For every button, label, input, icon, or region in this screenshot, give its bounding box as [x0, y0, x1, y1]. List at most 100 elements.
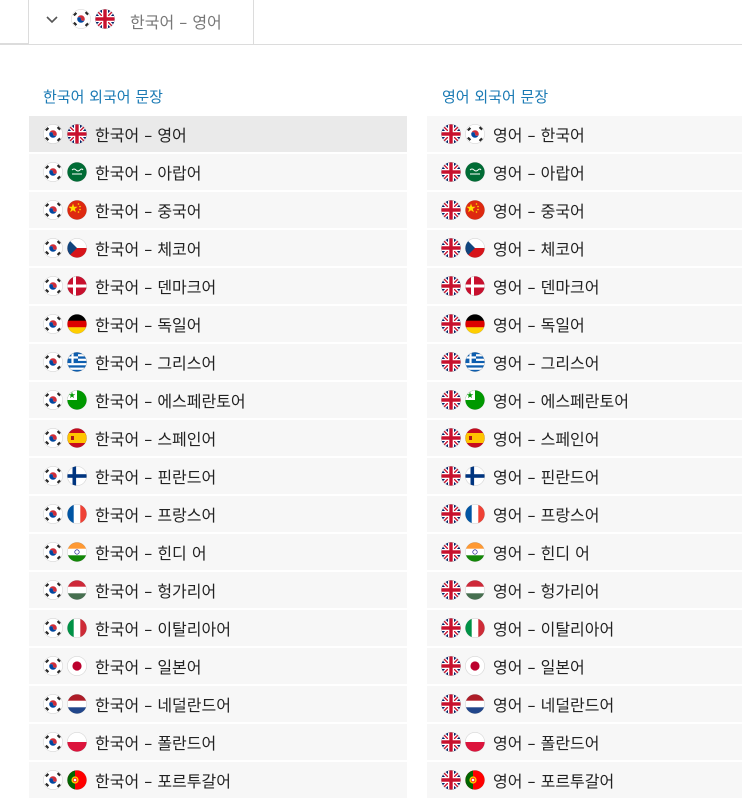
language-pair-item[interactable]: 한국어 – 프랑스어	[29, 496, 407, 532]
portugal-flag-icon	[465, 770, 485, 790]
hungary-flag-icon	[67, 580, 87, 600]
korea-flag-icon	[43, 504, 63, 524]
uk-flag-icon	[441, 238, 461, 258]
language-pair-item[interactable]: 한국어 – 덴마크어	[29, 268, 407, 304]
uk-flag-icon	[67, 124, 87, 144]
language-pair-item[interactable]: 한국어 – 폴란드어	[29, 724, 407, 760]
language-pair-label: 한국어 – 영어	[95, 126, 187, 145]
language-pair-label: 영어 – 에스페란토어	[493, 392, 629, 411]
language-pair-item[interactable]: 영어 – 중국어	[427, 192, 742, 228]
language-pair-item[interactable]: 영어 – 에스페란토어	[427, 382, 742, 418]
korea-flag-icon	[43, 390, 63, 410]
language-pair-item[interactable]: 영어 – 한국어	[427, 116, 742, 152]
language-pair-label: 영어 – 네덜란드어	[493, 696, 615, 715]
english-pairs-list: 영어 – 한국어 영어 – 아랍어 영어 – 중국어 영어 – 체코어 영어 –…	[427, 116, 742, 800]
korea-flag-icon	[43, 618, 63, 638]
language-pair-item[interactable]: 영어 – 포르투갈어	[427, 762, 742, 798]
language-pair-label: 영어 – 일본어	[493, 658, 585, 677]
czech-flag-icon	[465, 238, 485, 258]
uk-flag-icon	[441, 124, 461, 144]
esperanto-flag-icon	[465, 390, 485, 410]
language-pair-item[interactable]: 영어 – 일본어	[427, 648, 742, 684]
language-pair-label: 한국어 – 그리스어	[95, 354, 217, 373]
language-pair-item[interactable]: 한국어 – 영어	[29, 116, 407, 152]
language-pair-label: 한국어 – 영어	[130, 13, 222, 32]
language-pair-label: 영어 – 포르투갈어	[493, 772, 615, 791]
language-pair-label: 영어 – 아랍어	[493, 164, 585, 183]
uk-flag-icon	[441, 390, 461, 410]
korea-flag-icon	[43, 200, 63, 220]
language-pair-label: 영어 – 핀란드어	[493, 468, 600, 487]
language-pair-item[interactable]: 한국어 – 아랍어	[29, 154, 407, 190]
language-pair-item[interactable]: 영어 – 핀란드어	[427, 458, 742, 494]
language-pair-item[interactable]: 영어 – 그리스어	[427, 344, 742, 380]
denmark-flag-icon	[67, 276, 87, 296]
language-pair-item[interactable]: 영어 – 헝가리어	[427, 572, 742, 608]
language-pair-item[interactable]: 한국어 – 체코어	[29, 230, 407, 266]
language-pair-item[interactable]: 영어 – 독일어	[427, 306, 742, 342]
language-pair-label: 한국어 – 포르투갈어	[95, 772, 231, 791]
language-pair-item[interactable]: 영어 – 덴마크어	[427, 268, 742, 304]
language-pair-label: 영어 – 독일어	[493, 316, 585, 335]
japan-flag-icon	[465, 656, 485, 676]
uk-flag-icon	[441, 466, 461, 486]
korea-flag-icon	[43, 162, 63, 182]
language-pair-item[interactable]: 영어 – 힌디 어	[427, 534, 742, 570]
language-pair-label: 한국어 – 일본어	[95, 658, 202, 677]
language-pair-label: 한국어 – 체코어	[95, 240, 202, 259]
language-pair-item[interactable]: 한국어 – 힌디 어	[29, 534, 407, 570]
uk-flag-icon	[441, 504, 461, 524]
china-flag-icon	[67, 200, 87, 220]
uk-flag-icon	[441, 276, 461, 296]
korea-flag-icon	[43, 656, 63, 676]
language-pair-label: 영어 – 한국어	[493, 126, 585, 145]
korea-flag-icon	[71, 9, 91, 29]
language-pair-item[interactable]: 한국어 – 그리스어	[29, 344, 407, 380]
language-pair-label: 영어 – 힌디 어	[493, 544, 590, 563]
chevron-down-icon	[46, 16, 58, 24]
language-pair-label: 영어 – 프랑스어	[493, 506, 600, 525]
saudi-arabia-flag-icon	[465, 162, 485, 182]
korea-flag-icon	[43, 352, 63, 372]
language-pair-item[interactable]: 한국어 – 중국어	[29, 192, 407, 228]
language-pair-label: 한국어 – 독일어	[95, 316, 202, 335]
language-pair-item[interactable]: 영어 – 폴란드어	[427, 724, 742, 760]
language-pair-label: 한국어 – 네덜란드어	[95, 696, 231, 715]
language-pair-item[interactable]: 한국어 – 에스페란토어	[29, 382, 407, 418]
china-flag-icon	[465, 200, 485, 220]
korean-pairs-list: 한국어 – 영어 한국어 – 아랍어 한국어 – 중국어 한국어 – 체코어 한…	[29, 116, 407, 800]
language-pair-item[interactable]: 한국어 – 헝가리어	[29, 572, 407, 608]
greece-flag-icon	[67, 352, 87, 372]
language-pair-item[interactable]: 영어 – 아랍어	[427, 154, 742, 190]
language-pair-item[interactable]: 영어 – 스페인어	[427, 420, 742, 456]
language-pair-label: 한국어 – 힌디 어	[95, 544, 207, 563]
language-pair-item[interactable]: 한국어 – 스페인어	[29, 420, 407, 456]
language-pair-item[interactable]: 영어 – 네덜란드어	[427, 686, 742, 722]
india-flag-icon	[465, 542, 485, 562]
language-pair-label: 영어 – 스페인어	[493, 430, 600, 449]
tab-divider-line	[0, 43, 28, 44]
language-pair-item[interactable]: 한국어 – 네덜란드어	[29, 686, 407, 722]
language-pair-item[interactable]: 한국어 – 일본어	[29, 648, 407, 684]
greece-flag-icon	[465, 352, 485, 372]
india-flag-icon	[67, 542, 87, 562]
language-pair-dropdown[interactable]: 한국어 – 영어	[28, 0, 254, 44]
czech-flag-icon	[67, 238, 87, 258]
germany-flag-icon	[67, 314, 87, 334]
language-pair-label: 영어 – 그리스어	[493, 354, 600, 373]
language-pair-item[interactable]: 영어 – 프랑스어	[427, 496, 742, 532]
language-pair-item[interactable]: 한국어 – 독일어	[29, 306, 407, 342]
language-pair-item[interactable]: 영어 – 체코어	[427, 230, 742, 266]
saudi-arabia-flag-icon	[67, 162, 87, 182]
korea-flag-icon	[43, 428, 63, 448]
poland-flag-icon	[67, 732, 87, 752]
finland-flag-icon	[67, 466, 87, 486]
uk-flag-icon	[441, 694, 461, 714]
language-pair-item[interactable]: 한국어 – 이탈리아어	[29, 610, 407, 646]
language-pair-item[interactable]: 한국어 – 포르투갈어	[29, 762, 407, 798]
language-pair-label: 한국어 – 이탈리아어	[95, 620, 231, 639]
uk-flag-icon	[441, 580, 461, 600]
right-column-title: 영어 외국어 문장	[442, 88, 549, 106]
language-pair-item[interactable]: 한국어 – 핀란드어	[29, 458, 407, 494]
language-pair-item[interactable]: 영어 – 이탈리아어	[427, 610, 742, 646]
